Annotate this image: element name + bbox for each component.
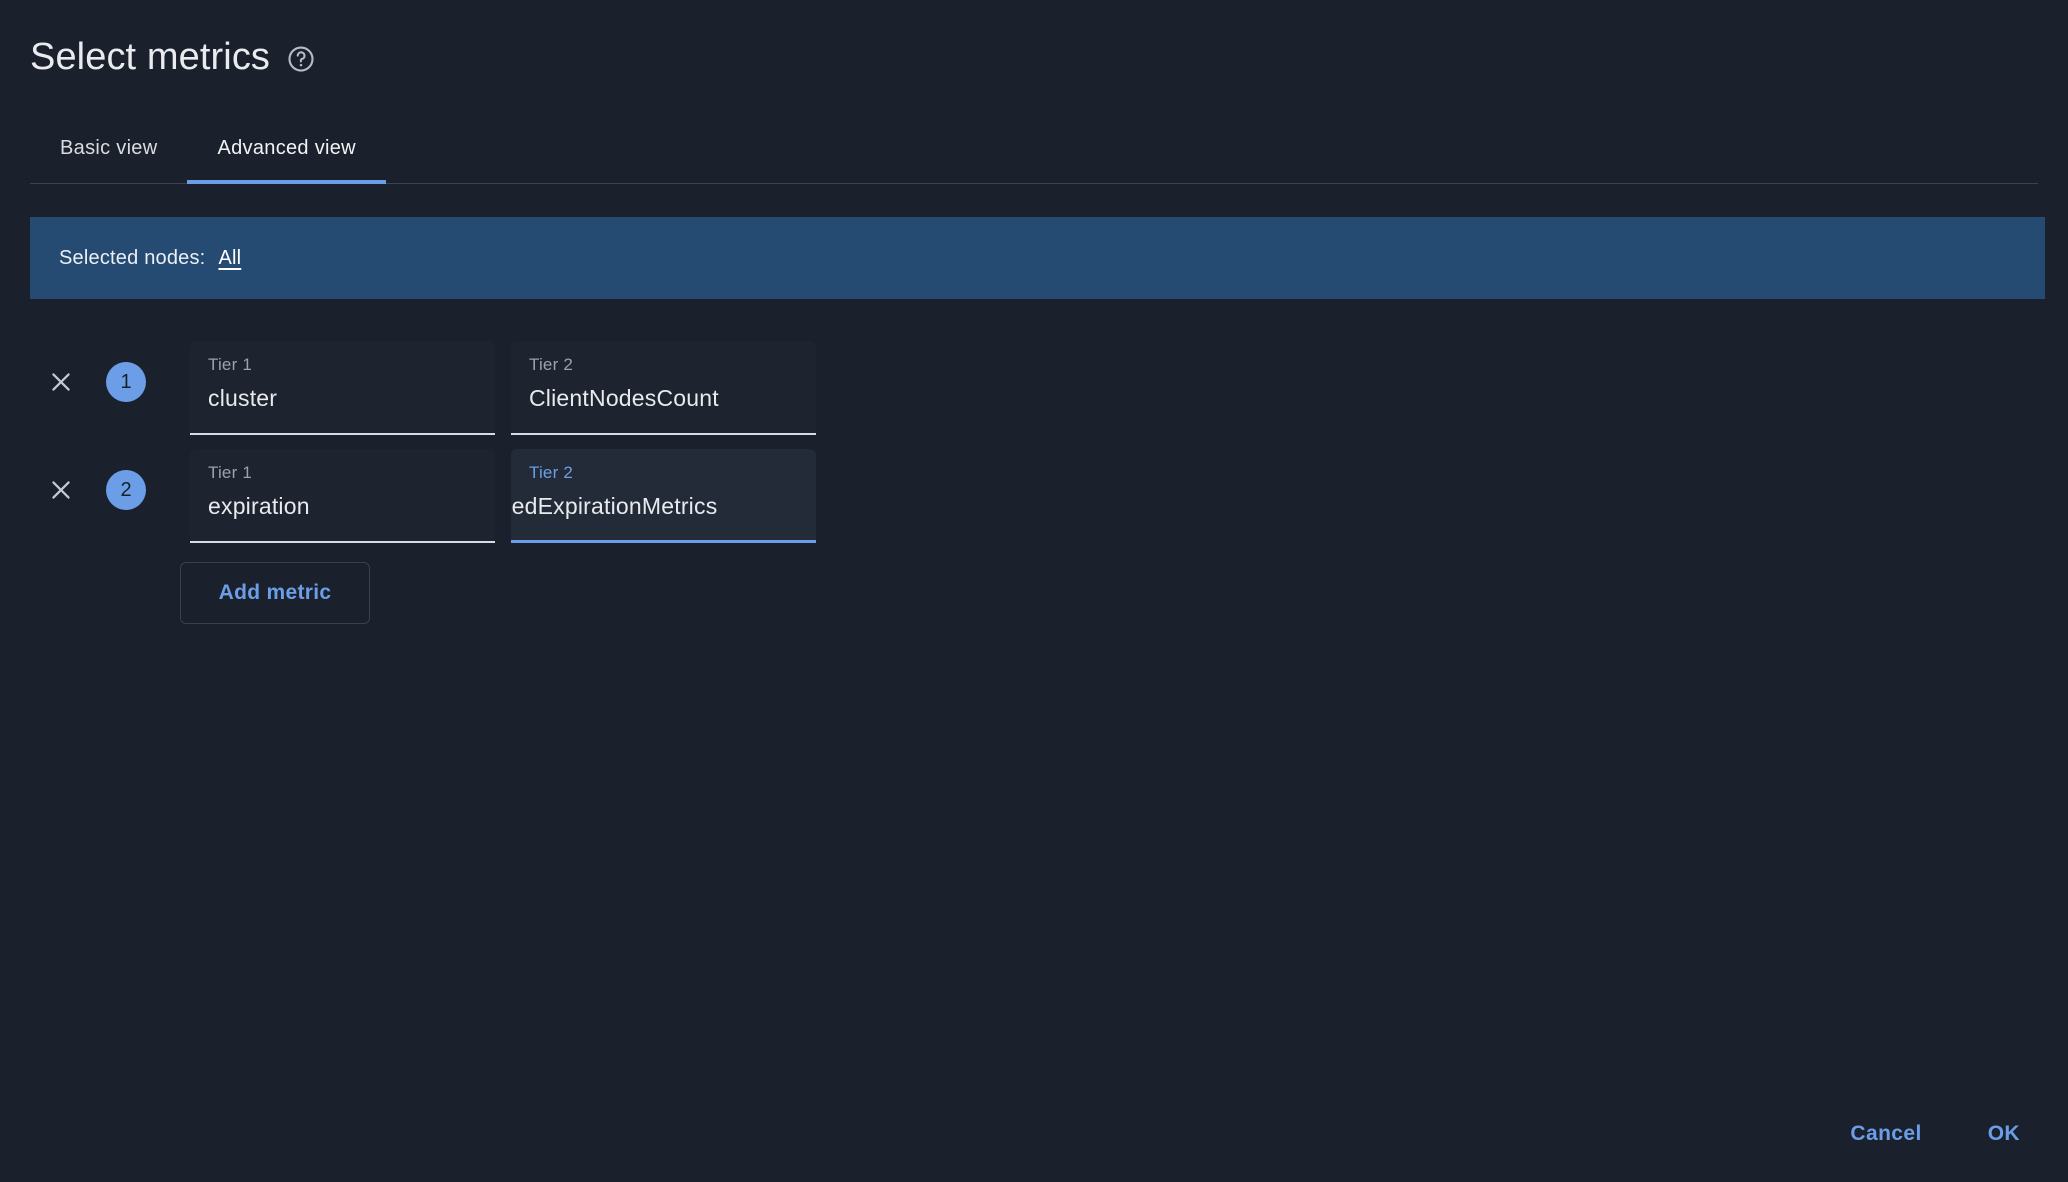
cancel-button[interactable]: Cancel	[1828, 1108, 1943, 1160]
metric-tier1-field[interactable]: Tier 1 cluster	[190, 341, 495, 435]
selected-nodes-value-link[interactable]: All	[218, 247, 241, 270]
view-tabs: Basic view Advanced view	[0, 112, 2068, 184]
metric-tier2-value: iledExpirationMetrics	[511, 493, 718, 520]
metrics-list: 1 Tier 1 cluster Tier 2 ClientNodesCount…	[0, 329, 2068, 545]
metric-tier2-field[interactable]: Tier 2 iledExpirationMetrics	[511, 449, 816, 543]
tab-basic-view[interactable]: Basic view	[30, 112, 187, 184]
metric-index-badge: 1	[106, 362, 146, 402]
close-icon[interactable]	[46, 475, 76, 505]
dialog-header: Select metrics	[0, 0, 2068, 76]
page-title: Select metrics	[30, 36, 271, 78]
metric-index-badge: 2	[106, 470, 146, 510]
close-icon[interactable]	[46, 367, 76, 397]
selected-nodes-banner: Selected nodes: All	[30, 217, 2045, 299]
select-metrics-dialog: Select metrics Basic view Advanced view …	[0, 0, 2068, 1182]
metric-tier1-label: Tier 1	[208, 463, 253, 482]
metric-row: 2 Tier 1 expiration Tier 2 iledExpiratio…	[30, 437, 2068, 545]
metric-tier1-value: cluster	[208, 385, 278, 412]
metric-tier1-value: expiration	[208, 493, 310, 520]
metric-tier1-field[interactable]: Tier 1 expiration	[190, 449, 495, 543]
add-metric-container: Add metric	[0, 562, 2068, 624]
selected-nodes-label: Selected nodes:	[59, 246, 206, 269]
metric-tier1-label: Tier 1	[208, 355, 253, 374]
metric-tier2-value: ClientNodesCount	[529, 385, 719, 412]
metric-row: 1 Tier 1 cluster Tier 2 ClientNodesCount	[30, 329, 2068, 437]
dialog-footer: Cancel OK	[1828, 1108, 2042, 1160]
add-metric-button[interactable]: Add metric	[180, 562, 370, 624]
tab-advanced-view[interactable]: Advanced view	[187, 112, 387, 184]
help-circle-icon[interactable]	[286, 44, 316, 74]
metric-tier2-label: Tier 2	[529, 355, 574, 374]
ok-button[interactable]: OK	[1966, 1108, 2042, 1160]
metric-tier2-field[interactable]: Tier 2 ClientNodesCount	[511, 341, 816, 435]
metric-tier2-label: Tier 2	[529, 463, 574, 482]
